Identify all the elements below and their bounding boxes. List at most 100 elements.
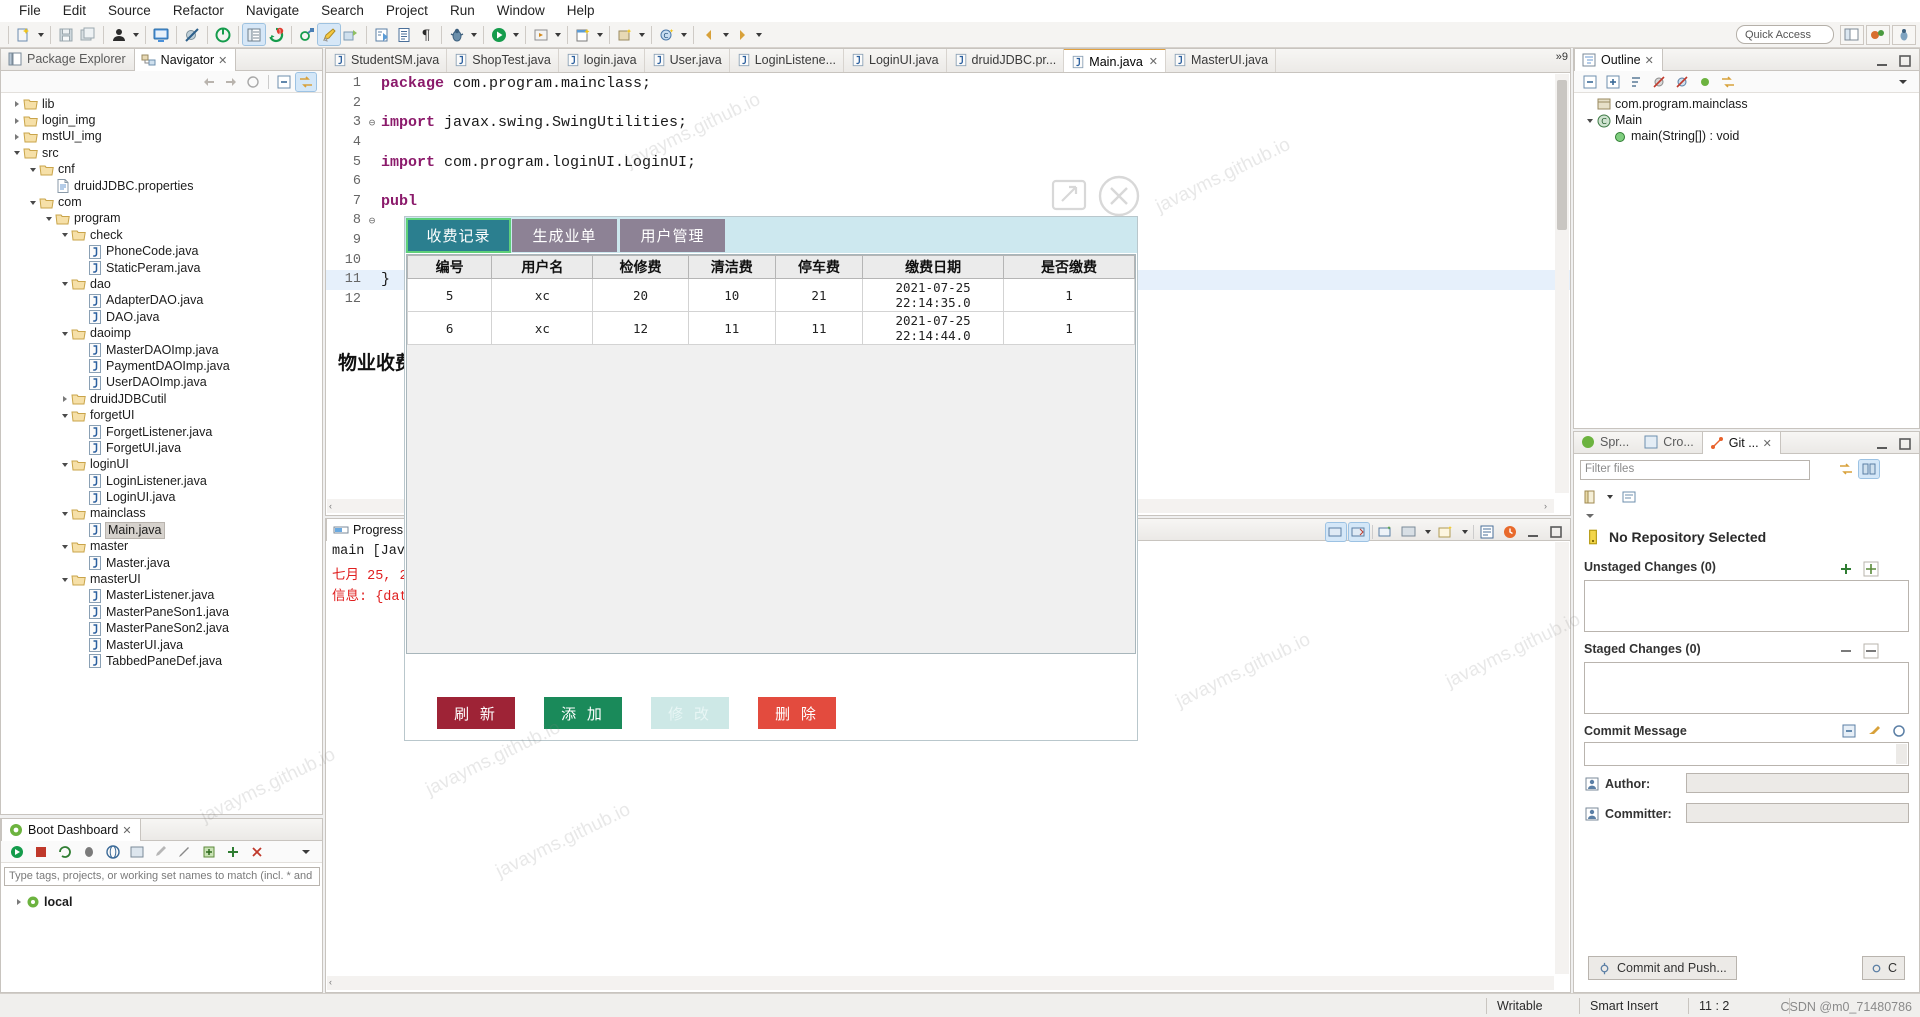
save-all-icon[interactable] <box>77 24 99 45</box>
new-class-icon[interactable]: C <box>656 24 678 45</box>
remove-selected-icon[interactable] <box>1861 642 1881 660</box>
swing-table-scrollpane[interactable]: 编号 用户名 检修费 清洁费 停车费 缴费日期 是否缴费 5 xc 20 10 21 20… <box>406 254 1136 654</box>
console-toggle1-icon[interactable] <box>1325 521 1347 542</box>
perspective-java-button[interactable] <box>1866 25 1890 45</box>
menu-item-navigate[interactable]: Navigate <box>235 1 310 20</box>
tree-item[interactable]: check <box>1 227 322 243</box>
public-filter-icon[interactable] <box>1695 73 1715 91</box>
collapse-all-icon[interactable] <box>1580 73 1600 91</box>
tree-item[interactable]: dao <box>1 276 322 292</box>
tab-outline[interactable]: Outline ✕ <box>1574 48 1663 71</box>
menu-item-search[interactable]: Search <box>310 1 375 20</box>
edit-icon[interactable] <box>151 843 171 861</box>
code-line[interactable]: 4 <box>326 133 1570 153</box>
back-icon[interactable] <box>199 73 219 91</box>
collapse-arrow-icon[interactable] <box>59 278 71 290</box>
start-icon[interactable] <box>7 843 27 861</box>
console-vertical-scrollbar[interactable] <box>1555 542 1569 974</box>
add-all-icon[interactable] <box>1836 560 1856 578</box>
unstaged-changes-list[interactable] <box>1584 580 1909 632</box>
menu-item-run[interactable]: Run <box>439 1 486 20</box>
collapse-arrow-icon[interactable] <box>59 328 71 340</box>
editor-tab[interactable]: LoginUI.java <box>844 49 947 72</box>
expand-arrow-icon[interactable] <box>13 896 25 908</box>
console-icon[interactable] <box>150 24 172 45</box>
boot-dashboard-tree[interactable]: local <box>1 891 322 992</box>
table-cell[interactable]: 5 <box>406 278 493 312</box>
refresh-button[interactable]: 刷 新 <box>437 697 515 729</box>
link-commit-icon[interactable] <box>296 24 318 45</box>
charge-records-table[interactable]: 编号 用户名 检修费 清洁费 停车费 缴费日期 是否缴费 5 xc 20 10 21 20… <box>406 255 1135 345</box>
menu-item-help[interactable]: Help <box>556 1 606 20</box>
new-class-dropdown-icon[interactable] <box>678 24 689 45</box>
tab-git-staging[interactable]: Git ... ✕ <box>1701 431 1781 454</box>
collapse-all-icon[interactable] <box>274 73 294 91</box>
code-line[interactable]: 3 ⊖ import javax.swing.SwingUtilities; <box>326 113 1570 133</box>
table-row[interactable]: 5 xc 20 10 21 2021-07-25 22:14:35.0 1 <box>406 278 1135 312</box>
forward-nav-dropdown-icon[interactable] <box>753 24 764 45</box>
close-icon[interactable]: ✕ <box>1763 437 1772 450</box>
restore-window-icon[interactable] <box>1049 175 1089 218</box>
editor-vertical-scrollbar[interactable] <box>1555 74 1569 493</box>
tree-item[interactable]: PaymentDAOImp.java <box>1 358 322 374</box>
delete-button[interactable]: 删 除 <box>758 697 836 729</box>
commit-and-push-button[interactable]: Commit and Push... <box>1588 956 1737 980</box>
tree-item[interactable]: druidJDBC.properties <box>1 178 322 194</box>
display-console-dropdown-icon[interactable] <box>1422 521 1433 542</box>
open-task-icon[interactable] <box>242 23 266 46</box>
new-console-icon[interactable] <box>1376 523 1396 541</box>
column-header-paid[interactable]: 是否缴费 <box>1003 255 1135 279</box>
tree-item[interactable]: StaticPeram.java <box>1 260 322 276</box>
tree-item[interactable]: MasterPaneSon1.java <box>1 604 322 620</box>
open-console-dropdown-icon[interactable] <box>1459 521 1470 542</box>
tab-navigator[interactable]: Navigator ✕ <box>133 48 237 71</box>
open-perspective-button[interactable] <box>1840 25 1864 45</box>
tree-item[interactable]: local <box>1 894 322 910</box>
fold-marker[interactable]: ⊖ <box>367 214 377 228</box>
tab-spring[interactable]: Spr... <box>1574 431 1637 453</box>
open-type-icon[interactable] <box>371 24 393 45</box>
amend-commit-icon[interactable] <box>1839 722 1859 740</box>
close-icon[interactable]: ✕ <box>122 824 131 837</box>
editor-tab[interactable]: MasterUI.java <box>1166 49 1277 72</box>
new-wizard-icon[interactable] <box>13 24 35 45</box>
collapse-arrow-icon[interactable] <box>59 541 71 553</box>
menu-item-project[interactable]: Project <box>375 1 439 20</box>
home-icon[interactable] <box>243 73 263 91</box>
maximize-icon[interactable] <box>1895 52 1915 70</box>
back-nav-icon[interactable] <box>698 24 720 45</box>
more-editors-indicator[interactable]: »9 <box>1556 51 1568 63</box>
collapse-arrow-icon[interactable] <box>59 508 71 520</box>
git-repo-icon[interactable] <box>1580 488 1600 506</box>
column-header-cleaning-fee[interactable]: 清洁费 <box>687 255 776 279</box>
user-dropdown-icon[interactable] <box>130 24 141 45</box>
close-window-icon[interactable] <box>1096 173 1142 222</box>
boot-dashboard-filter-input[interactable]: Type tags, projects, or working set name… <box>4 867 320 886</box>
git-column-layout-icon[interactable] <box>1858 459 1880 479</box>
change-id-icon[interactable] <box>1889 722 1909 740</box>
collapse-arrow-icon[interactable] <box>59 229 71 241</box>
tree-item[interactable]: main(String[]) : void <box>1574 129 1919 145</box>
run-external-dropdown-icon[interactable] <box>552 24 563 45</box>
tree-item[interactable]: TabbedPaneDef.java <box>1 653 322 669</box>
committer-input[interactable] <box>1686 803 1909 823</box>
table-cell[interactable]: 6 <box>406 311 493 345</box>
quick-access-input[interactable]: Quick Access <box>1736 25 1834 44</box>
new-java-project-dropdown-icon[interactable] <box>594 24 605 45</box>
column-header-username[interactable]: 用户名 <box>491 255 594 279</box>
staged-changes-list[interactable] <box>1584 662 1909 714</box>
perspective-debug-button[interactable] <box>1892 25 1916 45</box>
run-external-icon[interactable] <box>530 24 552 45</box>
open-resource-icon[interactable] <box>393 24 415 45</box>
tree-item[interactable]: C Main <box>1574 112 1919 128</box>
menu-item-refactor[interactable]: Refactor <box>162 1 235 20</box>
code-line[interactable]: 2 <box>326 94 1570 114</box>
table-cell[interactable]: 20 <box>592 278 689 312</box>
browser-icon[interactable] <box>103 843 123 861</box>
menu-item-window[interactable]: Window <box>486 1 556 20</box>
editor-tab[interactable]: StudentSM.java <box>326 49 448 72</box>
expand-arrow-icon[interactable] <box>11 131 23 143</box>
maximize-icon[interactable] <box>1546 523 1566 541</box>
commit-button[interactable]: C <box>1861 956 1905 980</box>
swing-tab-charge-records[interactable]: 收费记录 <box>406 218 511 253</box>
